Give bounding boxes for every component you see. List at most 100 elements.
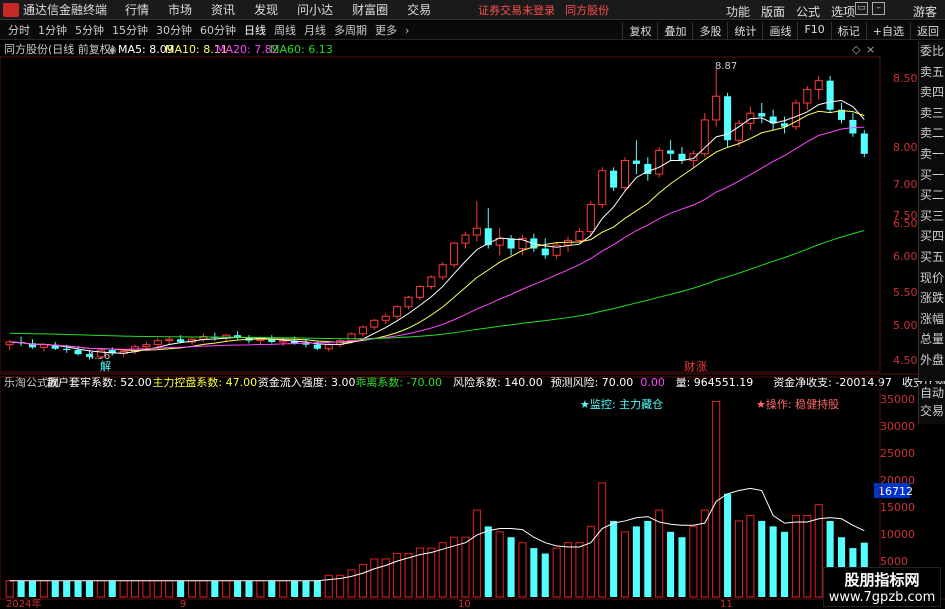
menu-item-ask[interactable]: 问小达 <box>297 1 333 18</box>
operate-label: ★操作: 稳健持股 <box>756 397 839 411</box>
side-item[interactable]: 买五 <box>919 247 945 268</box>
auto-trade-panel[interactable]: 自动 交易 <box>918 384 945 424</box>
diamond-icon[interactable]: ◇ <box>852 43 861 56</box>
period-monthly[interactable]: 月线 <box>304 22 326 38</box>
btn-adjust[interactable]: 复权 <box>622 22 657 40</box>
volume-bar <box>108 580 116 597</box>
btn-overlay[interactable]: 叠加 <box>657 22 692 40</box>
event-finance-label[interactable]: 财 <box>684 359 695 373</box>
menu-item-quotes[interactable]: 行情 <box>125 1 149 18</box>
chevron-right-icon[interactable]: › <box>405 24 409 37</box>
side-item[interactable]: 总量 <box>919 329 945 350</box>
volume-bar <box>781 531 789 597</box>
volume-bar <box>119 580 128 598</box>
candle-body <box>689 153 698 162</box>
yaxis-tick: 6.50 <box>893 217 918 230</box>
period-toolbar: 分时 1分钟 5分钟 15分钟 30分钟 60分钟 日线 周线 月线 多周期 更… <box>0 21 945 40</box>
btn-back[interactable]: 返回 <box>910 22 945 40</box>
btn-multi-stock[interactable]: 多股 <box>692 22 727 40</box>
side-item-auto[interactable]: 自动 <box>919 384 945 402</box>
candle-body <box>153 340 162 346</box>
volume-bar <box>39 580 48 598</box>
candle-body <box>541 248 549 256</box>
volume-bar <box>142 580 151 598</box>
login-notice[interactable]: 证券交易未登录 <box>478 2 555 18</box>
btn-mark[interactable]: 标记 <box>830 22 866 40</box>
period-weekly[interactable]: 周线 <box>274 22 296 38</box>
yaxis-tick: 6.00 <box>893 250 918 263</box>
candle-body <box>358 326 367 335</box>
side-item[interactable]: 外盘 <box>919 350 945 371</box>
menu-item-news[interactable]: 资讯 <box>211 1 235 18</box>
period-5min[interactable]: 5分钟 <box>75 22 104 38</box>
settings-dot-icon[interactable]: ◉ <box>108 45 117 56</box>
side-item[interactable]: 卖一 <box>919 144 945 165</box>
kline-chart[interactable]: 同方股份(日线 前复权) ◉ MA5: 8.09 MA10: 8.11 MA20… <box>0 41 945 609</box>
close-panel-icon[interactable]: × <box>866 43 875 56</box>
side-item[interactable]: 买二 <box>919 185 945 206</box>
volume-bar <box>404 553 413 598</box>
candle-body <box>620 160 630 189</box>
volume-bar <box>769 526 777 597</box>
menu-options[interactable]: 选项 <box>831 3 855 20</box>
ma20-line <box>9 126 865 350</box>
side-item[interactable]: 卖三 <box>919 103 945 124</box>
menu-item-market[interactable]: 市场 <box>168 1 192 18</box>
side-item[interactable]: 现价 <box>919 268 945 289</box>
volume-bar <box>507 537 515 597</box>
period-1min[interactable]: 1分钟 <box>38 22 67 38</box>
menu-layout[interactable]: 版面 <box>761 3 785 20</box>
btn-statistics[interactable]: 统计 <box>727 22 762 40</box>
volume-bar <box>803 515 812 598</box>
period-timeshare[interactable]: 分时 <box>8 22 30 38</box>
ind-yaxis-tick: 35000 <box>880 393 915 406</box>
menu-function[interactable]: 功能 <box>726 3 750 20</box>
menu-formula[interactable]: 公式 <box>796 3 820 20</box>
side-item[interactable]: 涨跌 <box>919 288 945 309</box>
side-item[interactable]: 买三 <box>919 206 945 227</box>
period-more[interactable]: 更多 <box>375 22 397 38</box>
candle-body <box>370 319 379 328</box>
volume-bar <box>370 558 379 598</box>
volume-bar <box>484 526 492 597</box>
volume-group <box>5 400 868 598</box>
candle-body <box>461 234 470 244</box>
side-item[interactable]: 涨幅 <box>919 309 945 330</box>
volume-bar <box>347 569 356 598</box>
ma60-line <box>9 229 865 340</box>
monitor-label: ★监控: 主力藏仓 <box>580 397 663 411</box>
side-item[interactable]: 卖五 <box>919 62 945 83</box>
menu-item-trade[interactable]: 交易 <box>407 1 431 18</box>
guest-label[interactable]: 游客 <box>913 3 937 20</box>
volume-bar <box>291 580 299 597</box>
candles-group <box>5 67 868 360</box>
btn-f10[interactable]: F10 <box>797 22 830 40</box>
side-item[interactable]: 买四 <box>919 226 945 247</box>
side-item[interactable]: 买一 <box>919 165 945 186</box>
menu-item-discover[interactable]: 发现 <box>254 1 278 18</box>
side-item[interactable]: 委比 <box>919 41 945 62</box>
side-item-trade[interactable]: 交易 <box>919 402 945 420</box>
volume-bar <box>518 542 527 598</box>
period-15min[interactable]: 15分钟 <box>112 22 148 38</box>
period-30min[interactable]: 30分钟 <box>156 22 192 38</box>
candle-body <box>450 242 459 266</box>
period-60min[interactable]: 60分钟 <box>200 22 236 38</box>
btn-add-favorite[interactable]: +自选 <box>865 22 910 40</box>
yaxis-tick: 5.00 <box>893 319 918 332</box>
btn-draw[interactable]: 画线 <box>762 22 797 40</box>
menu-item-wealth[interactable]: 财富圈 <box>352 1 388 18</box>
event-unlock-label[interactable]: 解 <box>100 359 111 373</box>
side-item[interactable]: 卖二 <box>919 123 945 144</box>
window-menu-icon[interactable]: ▭ <box>855 2 868 15</box>
event-rise-label[interactable]: 涨 <box>696 360 707 373</box>
side-item[interactable]: 卖四 <box>919 82 945 103</box>
period-multi[interactable]: 多周期 <box>334 22 367 38</box>
yaxis-tick: 5.50 <box>893 286 918 299</box>
volume-bar <box>598 482 607 598</box>
candle-body <box>415 285 424 298</box>
minimize-icon[interactable]: – <box>872 2 885 15</box>
ind-yaxis-tick: 30000 <box>880 420 915 433</box>
period-daily[interactable]: 日线 <box>244 22 266 38</box>
chart-area[interactable]: 同方股份(日线 前复权) ◉ MA5: 8.09 MA10: 8.11 MA20… <box>0 41 945 609</box>
